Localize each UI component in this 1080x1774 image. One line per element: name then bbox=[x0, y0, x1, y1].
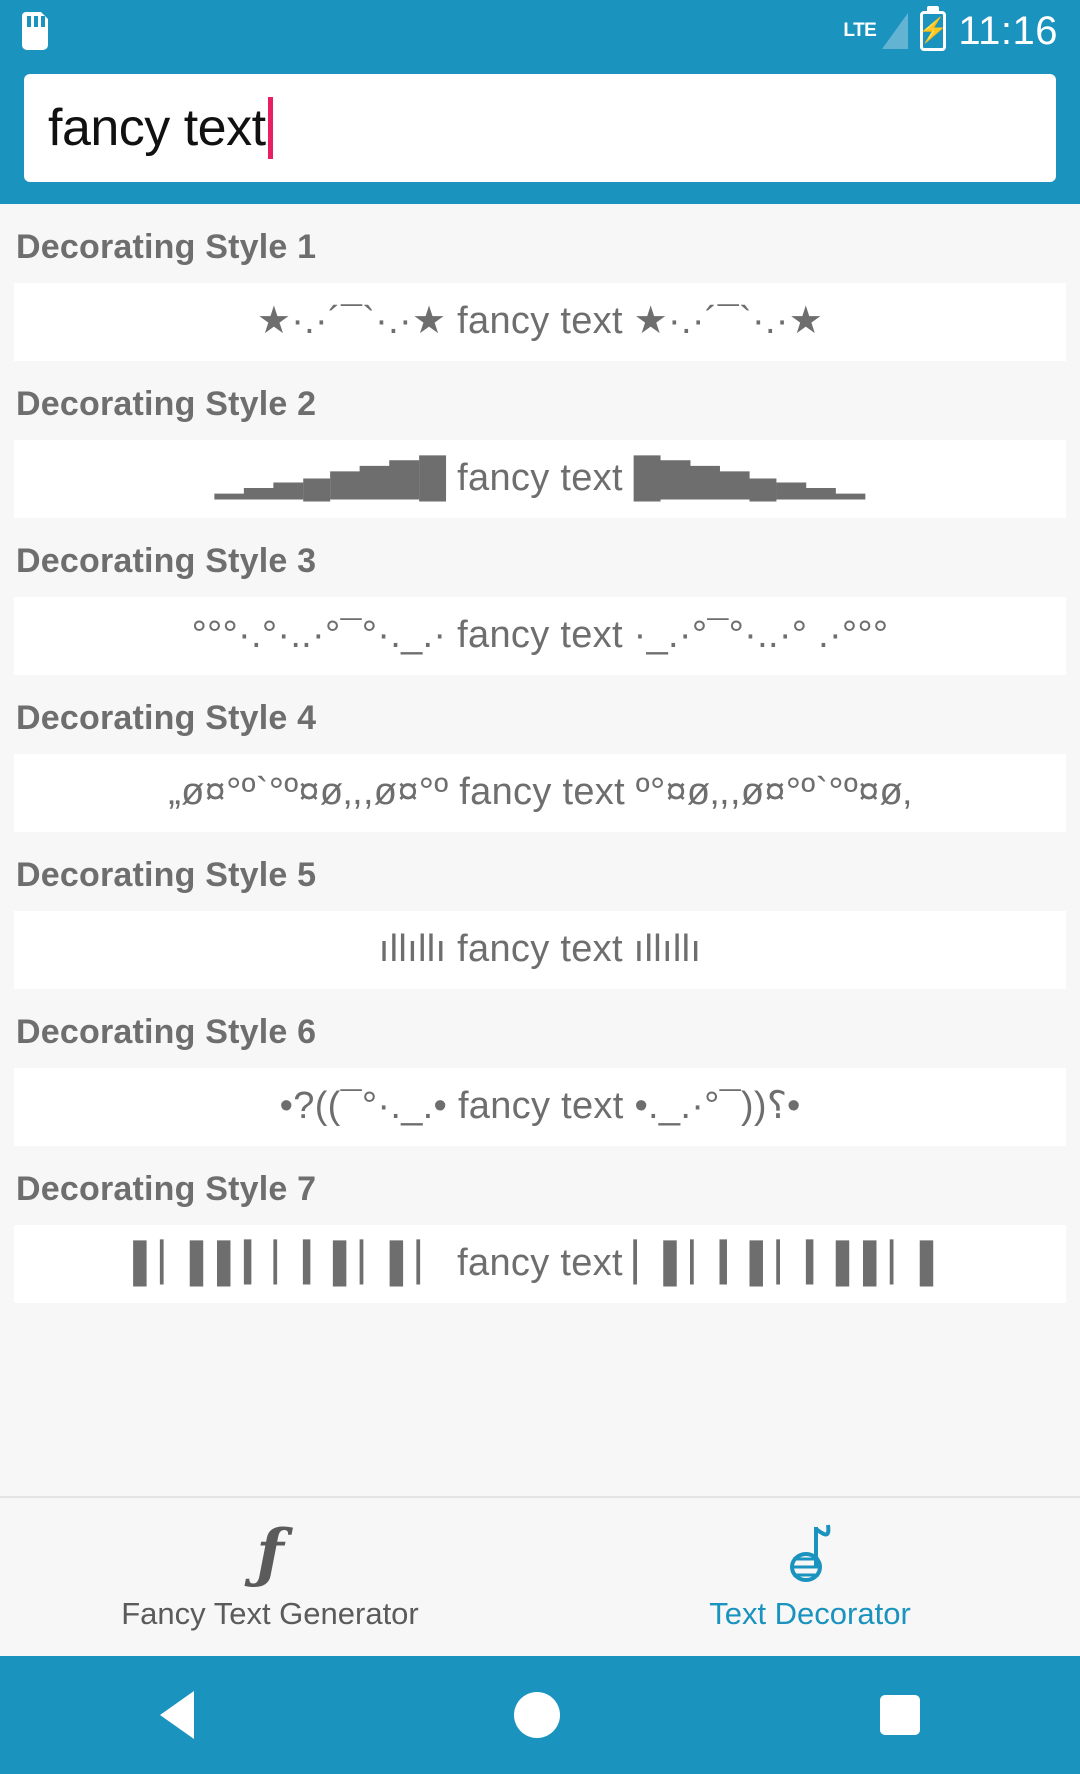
italic-f-icon: ƒ bbox=[256, 1522, 284, 1586]
style-block-6: Decorating Style 6 •?((¯°·._.• fancy tex… bbox=[0, 995, 1080, 1146]
italic-f-glyph: ƒ bbox=[256, 1516, 284, 1591]
style-text-7: ▌▏▌▌▎▏▎▌▏▌▏ fancy text ▏▌▏▎▌▏▎▌▌▏▌ bbox=[133, 1242, 947, 1285]
tab-label-fancy-text-generator: Fancy Text Generator bbox=[121, 1596, 419, 1631]
style-label-6: Decorating Style 6 bbox=[16, 1013, 317, 1051]
style-block-5: Decorating Style 5 ıllıllı fancy text ıl… bbox=[0, 838, 1080, 989]
style-card-2[interactable]: ▁▂▃▄▅▆▇█ fancy text █▇▆▅▄▃▂▁ bbox=[14, 440, 1066, 518]
style-card-1[interactable]: ★·.·´¯`·.·★ fancy text ★·.·´¯`·.·★ bbox=[14, 283, 1066, 361]
battery-bolt-glyph: ⚡ bbox=[918, 17, 949, 44]
input-header: fancy text bbox=[0, 62, 1080, 204]
home-circle-icon[interactable] bbox=[514, 1692, 560, 1738]
style-block-3: Decorating Style 3 °°°·.°·..·°¯°·._.· fa… bbox=[0, 524, 1080, 675]
text-cursor bbox=[267, 97, 273, 159]
style-block-1: Decorating Style 1 ★·.·´¯`·.·★ fancy tex… bbox=[0, 210, 1080, 361]
style-block-7: Decorating Style 7 ▌▏▌▌▎▏▎▌▏▌▏ fancy tex… bbox=[0, 1152, 1080, 1303]
tab-text-decorator[interactable]: Text Decorator bbox=[540, 1522, 1080, 1632]
style-label-5: Decorating Style 5 bbox=[16, 856, 317, 894]
style-label-3: Decorating Style 3 bbox=[16, 542, 317, 580]
battery-charging-icon: ⚡ bbox=[918, 11, 949, 51]
back-triangle-icon[interactable] bbox=[160, 1691, 194, 1739]
status-bar-right: LTE ⚡ 11:16 bbox=[843, 9, 1058, 54]
recents-square-icon[interactable] bbox=[880, 1695, 920, 1735]
text-input-field[interactable]: fancy text bbox=[24, 74, 1056, 182]
style-label-1: Decorating Style 1 bbox=[16, 228, 317, 266]
style-block-4: Decorating Style 4 „ø¤°º`°º¤ø‚,,ø¤°º fan… bbox=[0, 681, 1080, 832]
android-nav-bar bbox=[0, 1656, 1080, 1774]
style-text-6: •?((¯°·._.• fancy text •._.·°¯))؟• bbox=[279, 1085, 801, 1128]
status-bar: LTE ⚡ 11:16 bbox=[0, 0, 1080, 62]
app-root: LTE ⚡ 11:16 fancy text Decorating Style … bbox=[0, 0, 1080, 1774]
sd-card-icon bbox=[22, 12, 48, 50]
style-block-2: Decorating Style 2 ▁▂▃▄▅▆▇█ fancy text █… bbox=[0, 367, 1080, 518]
music-note-icon bbox=[782, 1522, 838, 1586]
text-input-value: fancy text bbox=[48, 99, 266, 157]
status-bar-left bbox=[22, 12, 48, 50]
decorating-styles-list[interactable]: Decorating Style 1 ★·.·´¯`·.·★ fancy tex… bbox=[0, 204, 1080, 1496]
style-text-3: °°°·.°·..·°¯°·._.· fancy text ·_.·°¯°·..… bbox=[191, 614, 889, 657]
style-card-3[interactable]: °°°·.°·..·°¯°·._.· fancy text ·_.·°¯°·..… bbox=[14, 597, 1066, 675]
signal-bars-icon bbox=[882, 13, 909, 49]
style-text-4: „ø¤°º`°º¤ø‚,,ø¤°º fancy text º°¤ø‚,,ø¤°º… bbox=[168, 771, 912, 814]
style-card-5[interactable]: ıllıllı fancy text ıllıllı bbox=[14, 911, 1066, 989]
style-text-2: ▁▂▃▄▅▆▇█ fancy text █▇▆▅▄▃▂▁ bbox=[214, 457, 866, 500]
status-bar-clock: 11:16 bbox=[958, 8, 1058, 53]
style-label-4: Decorating Style 4 bbox=[16, 699, 317, 737]
style-label-7: Decorating Style 7 bbox=[16, 1170, 317, 1208]
style-card-7[interactable]: ▌▏▌▌▎▏▎▌▏▌▏ fancy text ▏▌▏▎▌▏▎▌▌▏▌ bbox=[14, 1225, 1066, 1303]
style-card-4[interactable]: „ø¤°º`°º¤ø‚,,ø¤°º fancy text º°¤ø‚,,ø¤°º… bbox=[14, 754, 1066, 832]
bottom-tab-bar: ƒ Fancy Text Generator Text Decorator bbox=[0, 1496, 1080, 1656]
lte-label: LTE bbox=[843, 19, 877, 41]
style-text-5: ıllıllı fancy text ıllıllı bbox=[378, 928, 702, 971]
style-card-6[interactable]: •?((¯°·._.• fancy text •._.·°¯))؟• bbox=[14, 1068, 1066, 1146]
style-text-1: ★·.·´¯`·.·★ fancy text ★·.·´¯`·.·★ bbox=[256, 300, 824, 343]
tab-fancy-text-generator[interactable]: ƒ Fancy Text Generator bbox=[0, 1522, 540, 1632]
style-label-2: Decorating Style 2 bbox=[16, 385, 317, 423]
tab-label-text-decorator: Text Decorator bbox=[709, 1596, 911, 1631]
